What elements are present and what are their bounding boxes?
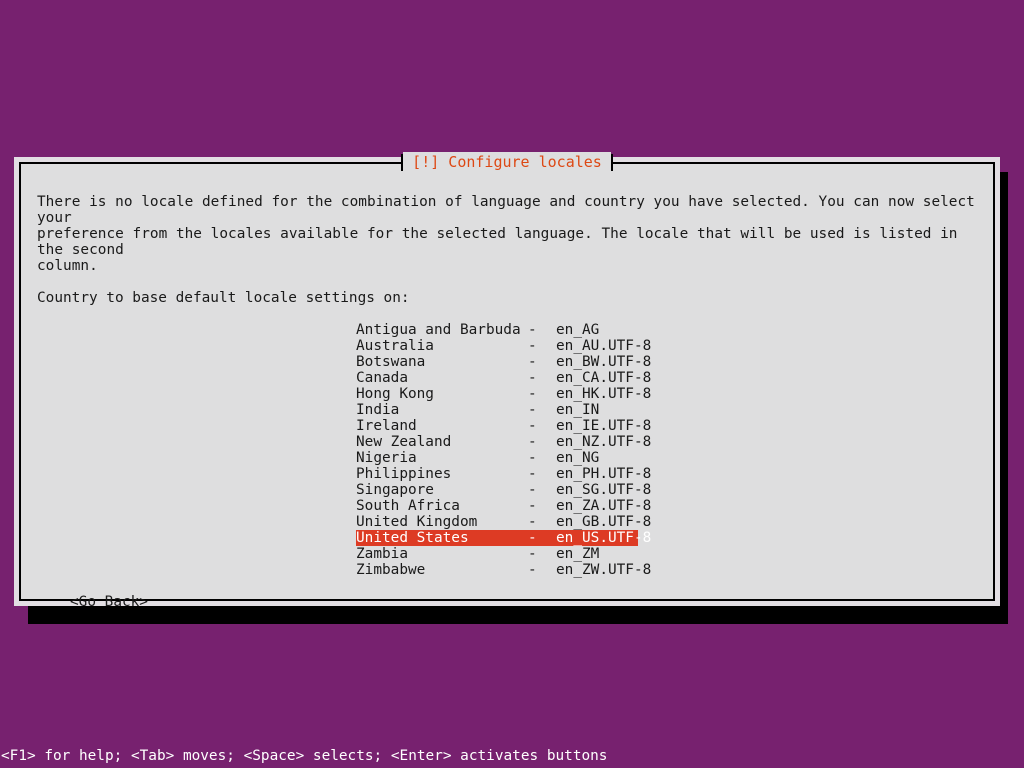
locale-row[interactable]: Antigua and Barbuda - en_AG (356, 322, 638, 338)
locale-row[interactable]: United Kingdom - en_GB.UTF-8 (356, 514, 651, 530)
locale-code: en_BW.UTF-8 (556, 354, 652, 370)
locale-row[interactable]: Nigeria - en_NG (356, 450, 638, 466)
button-row: <Go Back> (70, 594, 981, 610)
locale-row[interactable]: New Zealand - en_NZ.UTF-8 (356, 434, 651, 450)
locale-separator: - (528, 450, 537, 466)
locale-list[interactable]: Antigua and Barbuda - en_AG Australia - en_AU… (356, 322, 981, 578)
locale-separator: - (528, 354, 537, 370)
locale-separator: - (528, 338, 537, 354)
locale-code: en_ZM (556, 546, 600, 562)
locale-row[interactable]: United States - en_US.UTF-8 (356, 530, 651, 546)
footer-help-text: <F1> for help; <Tab> moves; <Space> sele… (1, 748, 608, 764)
dialog-body: There is no locale defined for the combi… (21, 164, 993, 610)
intro-description: There is no locale defined for the combi… (37, 194, 975, 274)
locale-country: Philippines (356, 466, 452, 482)
prompt-label: Country to base default locale settings … (37, 290, 410, 306)
locale-country: Botswana (356, 354, 426, 370)
locale-country: Hong Kong (356, 386, 434, 402)
locale-country: Zimbabwe (356, 562, 426, 578)
locale-row[interactable]: Philippines - en_PH.UTF-8 (356, 466, 651, 482)
locale-separator: - (528, 546, 537, 562)
locale-code: en_IN (556, 402, 600, 418)
locale-country: Australia (356, 338, 434, 354)
locale-code: en_AU.UTF-8 (556, 338, 652, 354)
locale-separator: - (528, 514, 537, 530)
locale-row[interactable]: Hong Kong - en_HK.UTF-8 (356, 386, 651, 402)
locale-separator: - (528, 562, 537, 578)
locale-code: en_GB.UTF-8 (556, 514, 652, 530)
locale-country: India (356, 402, 400, 418)
locale-row[interactable]: Zimbabwe - en_ZW.UTF-8 (356, 562, 651, 578)
locale-country: Nigeria (356, 450, 417, 466)
locale-country: South Africa (356, 498, 460, 514)
locale-country: United Kingdom (356, 514, 478, 530)
locale-code: en_ZA.UTF-8 (556, 498, 652, 514)
locale-separator: - (528, 482, 537, 498)
locale-code: en_CA.UTF-8 (556, 370, 652, 386)
locale-code: en_AG (556, 322, 600, 338)
locale-separator: - (528, 322, 537, 338)
locale-code: en_HK.UTF-8 (556, 386, 652, 402)
locale-row[interactable]: Canada - en_CA.UTF-8 (356, 370, 651, 386)
locale-separator: - (528, 386, 537, 402)
locale-code: en_NG (556, 450, 600, 466)
locale-row[interactable]: South Africa - en_ZA.UTF-8 (356, 498, 651, 514)
locale-separator: - (528, 466, 537, 482)
locale-separator: - (528, 498, 537, 514)
configure-locales-dialog: [!] Configure locales There is no locale… (14, 152, 1000, 610)
dialog-panel: [!] Configure locales There is no locale… (19, 152, 995, 610)
locale-row[interactable]: Zambia - en_ZM (356, 546, 638, 562)
locale-code: en_IE.UTF-8 (556, 418, 652, 434)
locale-row[interactable]: Singapore - en_SG.UTF-8 (356, 482, 651, 498)
locale-country: Singapore (356, 482, 434, 498)
locale-row[interactable]: Australia - en_AU.UTF-8 (356, 338, 651, 354)
locale-row[interactable]: Ireland - en_IE.UTF-8 (356, 418, 651, 434)
locale-code: en_NZ.UTF-8 (556, 434, 652, 450)
locale-separator: - (528, 530, 537, 546)
locale-row[interactable]: Botswana - en_BW.UTF-8 (356, 354, 651, 370)
locale-code: en_PH.UTF-8 (556, 466, 652, 482)
locale-row[interactable]: India - en_IN (356, 402, 638, 418)
locale-separator: - (528, 402, 537, 418)
locale-separator: - (528, 434, 537, 450)
locale-code: en_SG.UTF-8 (556, 482, 652, 498)
locale-code: en_US.UTF-8 (556, 530, 652, 546)
locale-country: United States (356, 530, 469, 546)
locale-country: Zambia (356, 546, 408, 562)
locale-code: en_ZW.UTF-8 (556, 562, 652, 578)
locale-separator: - (528, 418, 537, 434)
locale-country: Ireland (356, 418, 417, 434)
locale-country: New Zealand (356, 434, 452, 450)
locale-separator: - (528, 370, 537, 386)
locale-country: Antigua and Barbuda (356, 322, 521, 338)
locale-country: Canada (356, 370, 408, 386)
go-back-button[interactable]: <Go Back> (70, 594, 148, 610)
